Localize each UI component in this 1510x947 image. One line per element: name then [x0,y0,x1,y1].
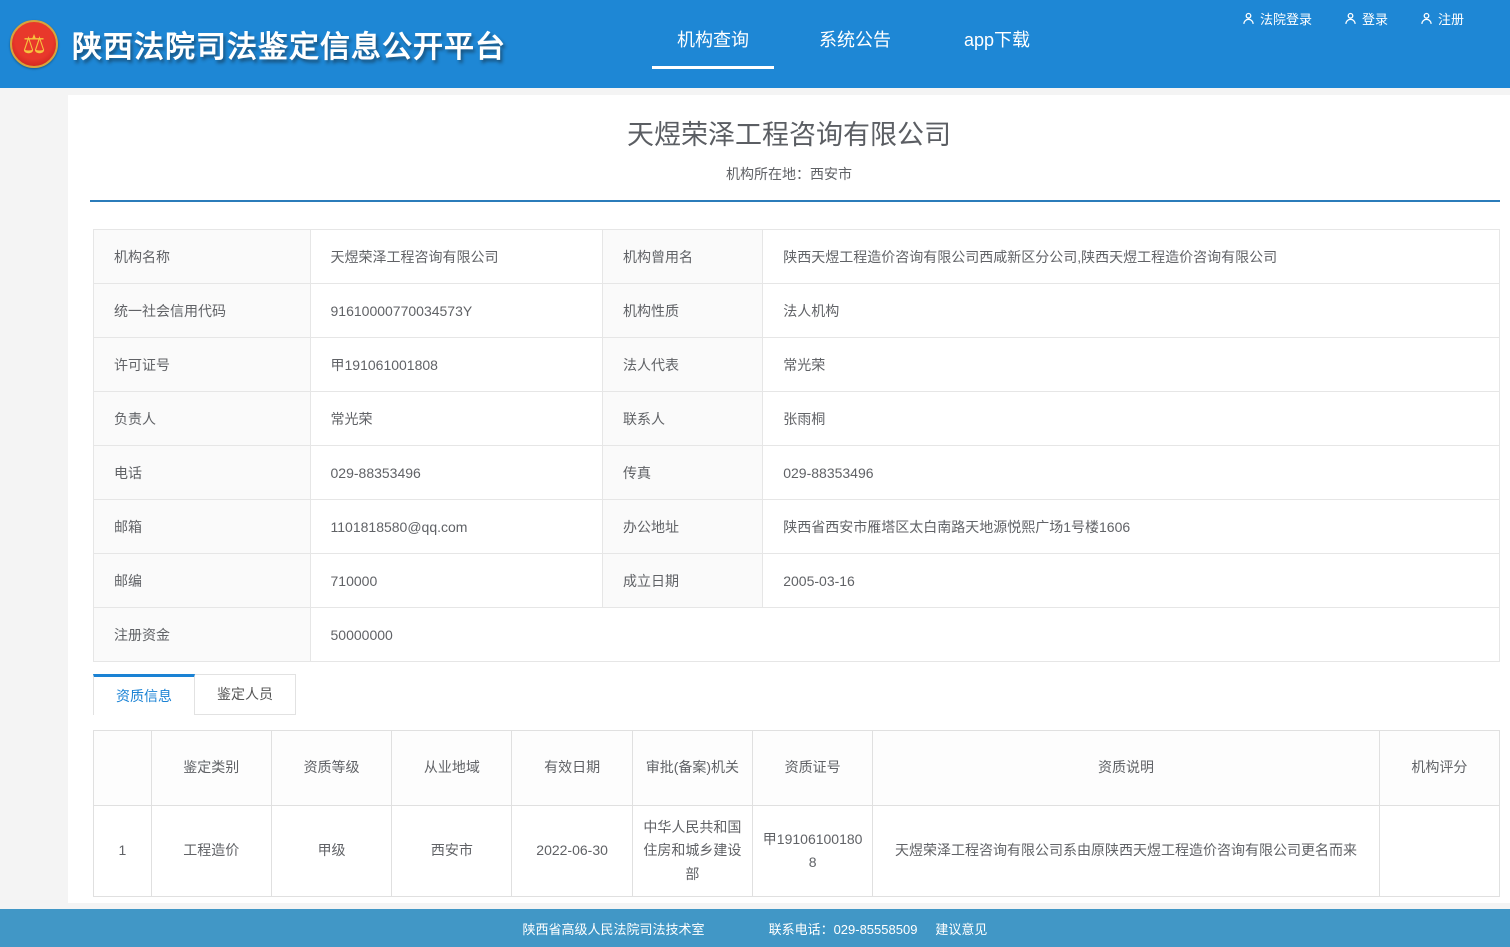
detail-value: 常光荣 [310,392,602,446]
login-link[interactable]: 登录 [1344,9,1388,28]
cell-org-score [1379,806,1499,897]
table-row: 邮编 710000 成立日期 2005-03-16 [94,554,1500,608]
detail-value: 陕西天煜工程造价咨询有限公司西咸新区分公司,陕西天煜工程造价咨询有限公司 [763,230,1500,284]
site-title: 陕西法院司法鉴定信息公开平台 [72,22,506,66]
page-footer: 陕西省高级人民法院司法技术室 联系电话：029-85558509 建议意见 [0,909,1510,947]
tab-appraisers[interactable]: 鉴定人员 [194,674,296,715]
detail-value: 法人机构 [763,284,1500,338]
detail-value: 陕西省西安市雁塔区太白南路天地源悦熙广场1号楼1606 [763,500,1500,554]
column-header: 从业地域 [392,731,512,806]
brand-link[interactable]: ⚖ 陕西法院司法鉴定信息公开平台 [10,0,506,88]
detail-value: 50000000 [310,608,1499,662]
cell-valid-date: 2022-06-30 [512,806,632,897]
register-link[interactable]: 注册 [1420,9,1464,28]
detail-value: 91610000770034573Y [310,284,602,338]
table-row: 邮箱 1101818580@qq.com 办公地址 陕西省西安市雁塔区太白南路天… [94,500,1500,554]
main-nav: 机构查询 系统公告 app下载 [652,26,1078,69]
table-row: 注册资金 50000000 [94,608,1500,662]
title-divider [90,200,1500,202]
detail-label: 传真 [602,446,762,500]
page-title: 天煜荣泽工程咨询有限公司 [68,113,1510,152]
cell-certificate-no: 甲191061001808 [753,806,873,897]
column-header: 资质说明 [873,731,1379,806]
detail-value: 甲191061001808 [310,338,602,392]
column-header: 审批(备案)机关 [632,731,752,806]
table-row: 电话 029-88353496 传真 029-88353496 [94,446,1500,500]
column-header: 资质证号 [753,731,873,806]
detail-label: 邮箱 [94,500,311,554]
column-header-index [94,731,152,806]
tab-qualification-info[interactable]: 资质信息 [93,674,195,715]
user-icon [1420,12,1433,25]
detail-label: 机构曾用名 [602,230,762,284]
table-header-row: 鉴定类别 资质等级 从业地域 有效日期 审批(备案)机关 资质证号 资质说明 机… [94,731,1500,806]
detail-value: 天煜荣泽工程咨询有限公司 [310,230,602,284]
detail-label: 成立日期 [602,554,762,608]
detail-value: 张雨桐 [763,392,1500,446]
table-row: 统一社会信用代码 91610000770034573Y 机构性质 法人机构 [94,284,1500,338]
court-login-link[interactable]: 法院登录 [1242,9,1312,28]
table-row: 许可证号 甲191061001808 法人代表 常光荣 [94,338,1500,392]
detail-label: 注册资金 [94,608,311,662]
detail-value: 029-88353496 [763,446,1500,500]
cell-approval-authority: 中华人民共和国住房和城乡建设部 [632,806,752,897]
footer-phone: 联系电话：029-85558509 [769,919,918,938]
user-icon [1242,12,1255,25]
detail-label: 电话 [94,446,311,500]
column-header: 鉴定类别 [151,731,271,806]
nav-item-app-download[interactable]: app下载 [936,26,1058,69]
footer-suggestion-link[interactable]: 建议意见 [935,919,987,938]
detail-label: 邮编 [94,554,311,608]
org-details-table: 机构名称 天煜荣泽工程咨询有限公司 机构曾用名 陕西天煜工程造价咨询有限公司西咸… [93,229,1500,662]
detail-label: 机构性质 [602,284,762,338]
user-icon [1344,12,1357,25]
detail-value: 常光荣 [763,338,1500,392]
detail-tabs: 资质信息 鉴定人员 [93,674,1510,715]
detail-value: 1101818580@qq.com [310,500,602,554]
content-card: 天煜荣泽工程咨询有限公司 机构所在地：西安市 机构名称 天煜荣泽工程咨询有限公司… [68,95,1510,903]
detail-label: 统一社会信用代码 [94,284,311,338]
column-header: 有效日期 [512,731,632,806]
detail-label: 许可证号 [94,338,311,392]
detail-value: 710000 [310,554,602,608]
nav-item-system-notice[interactable]: 系统公告 [794,26,916,69]
detail-label: 联系人 [602,392,762,446]
cell-category: 工程造价 [151,806,271,897]
table-row: 1 工程造价 甲级 西安市 2022-06-30 中华人民共和国住房和城乡建设部… [94,806,1500,897]
column-header: 机构评分 [1379,731,1499,806]
cell-index: 1 [94,806,152,897]
column-header: 资质等级 [271,731,391,806]
detail-label: 办公地址 [602,500,762,554]
detail-value: 029-88353496 [310,446,602,500]
detail-label: 机构名称 [94,230,311,284]
top-header: ⚖ 陕西法院司法鉴定信息公开平台 机构查询 系统公告 app下载 法院登录 登录… [0,0,1510,88]
cell-grade: 甲级 [271,806,391,897]
cell-description: 天煜荣泽工程咨询有限公司系由原陕西天煜工程造价咨询有限公司更名而来 [873,806,1379,897]
table-row: 负责人 常光荣 联系人 张雨桐 [94,392,1500,446]
nav-item-org-search[interactable]: 机构查询 [652,26,774,69]
cell-region: 西安市 [392,806,512,897]
table-row: 机构名称 天煜荣泽工程咨询有限公司 机构曾用名 陕西天煜工程造价咨询有限公司西咸… [94,230,1500,284]
detail-label: 法人代表 [602,338,762,392]
footer-department: 陕西省高级人民法院司法技术室 [523,919,705,938]
qualification-table: 鉴定类别 资质等级 从业地域 有效日期 审批(备案)机关 资质证号 资质说明 机… [93,730,1500,897]
detail-value: 2005-03-16 [763,554,1500,608]
org-location: 机构所在地：西安市 [68,164,1510,184]
court-emblem-icon: ⚖ [10,20,58,68]
account-links: 法院登录 登录 注册 [1242,9,1464,28]
detail-label: 负责人 [94,392,311,446]
